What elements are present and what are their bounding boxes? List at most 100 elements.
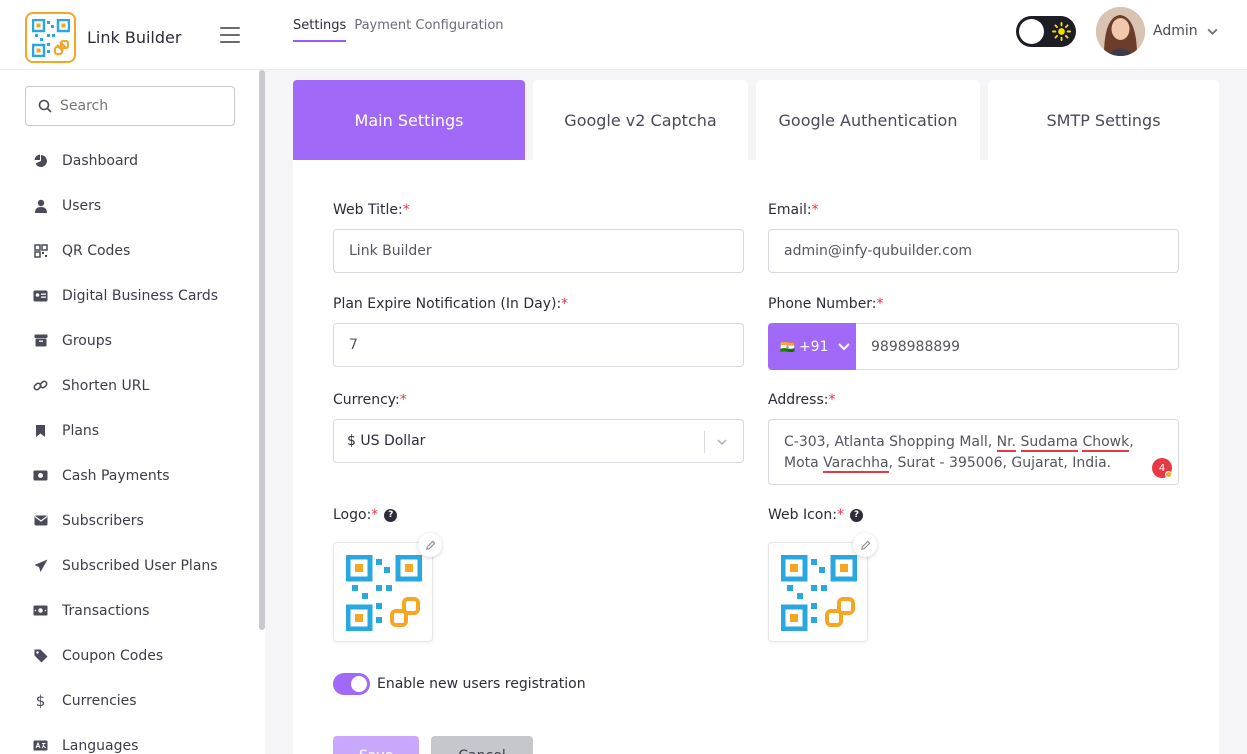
sidebar-item-label: Cash Payments [62, 467, 170, 484]
qr-logo-image [346, 555, 422, 631]
web-title-label: Web Title:* [333, 202, 410, 218]
id-card-icon [33, 288, 48, 303]
email-label: Email:* [768, 202, 819, 218]
sidebar-item-label: Shorten URL [62, 377, 150, 394]
country-code-select[interactable]: 🇮🇳 +91 [768, 323, 856, 370]
sidebar-item-label: QR Codes [62, 242, 131, 259]
menu-toggle-icon[interactable] [220, 27, 240, 44]
bookmark-icon [33, 423, 48, 438]
qr-web-icon-image [781, 555, 857, 631]
tab-main-settings[interactable]: Main Settings [293, 80, 525, 160]
sidebar-item-label: Plans [62, 422, 100, 439]
sidebar-item-transactions[interactable]: Transactions [0, 588, 259, 633]
email-field[interactable]: admin@infy-qubuilder.com [768, 229, 1179, 273]
sidebar-nav: Dashboard Users QR Codes Digital Busines… [0, 138, 259, 754]
phone-field[interactable]: 9898988899 [856, 323, 1179, 370]
sidebar-item-label: Currencies [62, 692, 137, 709]
avatar[interactable] [1096, 7, 1145, 56]
sidebar-item-digital-business-cards[interactable]: Digital Business Cards [0, 273, 259, 318]
sidebar-item-languages[interactable]: Languages [0, 723, 259, 754]
sidebar-item-label: Transactions [62, 602, 150, 619]
dollar-icon: $ [35, 691, 46, 710]
search-icon [38, 99, 52, 113]
sidebar-item-groups[interactable]: Groups [0, 318, 259, 363]
sidebar-item-label: Users [62, 197, 102, 214]
qr-code-icon [33, 243, 48, 258]
theme-toggle[interactable] [1016, 16, 1076, 47]
chevron-down-icon[interactable] [1206, 25, 1219, 38]
sidebar-item-label: Subscribed User Plans [62, 557, 218, 574]
sidebar-search[interactable] [25, 86, 235, 126]
brand-name: Link Builder [87, 28, 182, 47]
chevron-down-icon [837, 342, 850, 350]
cash-icon [33, 468, 48, 483]
paper-plane-icon [33, 558, 48, 573]
sun-icon [1052, 22, 1071, 41]
tab-smtp-settings[interactable]: SMTP Settings [988, 80, 1219, 160]
brand-logo [25, 12, 76, 63]
sidebar-item-shorten-url[interactable]: Shorten URL [0, 363, 259, 408]
web-icon-label: Web Icon:*? [768, 507, 863, 523]
address-line-1: C-303, Atlanta Shopping Mall, Nr. Sudama… [784, 434, 1134, 452]
plan-expire-field[interactable]: 7 [333, 323, 744, 367]
sidebar-item-label: Languages [62, 737, 139, 754]
user-name[interactable]: Admin [1153, 23, 1198, 39]
sidebar-item-users[interactable]: Users [0, 183, 259, 228]
sidebar-scrollbar[interactable] [259, 70, 265, 630]
sidebar-item-subscribed-user-plans[interactable]: Subscribed User Plans [0, 543, 259, 588]
currency-select[interactable]: $ US Dollar [333, 419, 744, 463]
top-header: Link Builder Settings Payment Configurat… [0, 0, 1247, 70]
sidebar-item-subscribers[interactable]: Subscribers [0, 498, 259, 543]
sidebar-item-cash-payments[interactable]: Cash Payments [0, 453, 259, 498]
theme-toggle-knob [1019, 19, 1044, 44]
web-title-field[interactable]: Link Builder [333, 229, 744, 273]
select-separator [704, 431, 705, 453]
envelope-icon [33, 513, 48, 528]
search-input[interactable] [60, 98, 210, 114]
pencil-icon [860, 540, 870, 550]
web-icon-preview [768, 542, 868, 642]
address-line-2: Mota Varachha, Surat - 395006, Gujarat, … [784, 455, 1112, 473]
edit-web-icon-button[interactable] [853, 533, 877, 557]
cancel-button[interactable]: Cancel [431, 736, 533, 754]
sidebar-item-plans[interactable]: Plans [0, 408, 259, 453]
address-field[interactable]: C-303, Atlanta Shopping Mall, Nr. Sudama… [768, 419, 1179, 485]
save-button[interactable]: Save [333, 736, 419, 754]
sidebar-item-qr-codes[interactable]: QR Codes [0, 228, 259, 273]
language-icon [33, 738, 48, 753]
box-icon [33, 333, 48, 348]
india-flag-icon: 🇮🇳 [780, 339, 795, 354]
user-icon [33, 198, 48, 213]
brand[interactable]: Link Builder [25, 12, 181, 63]
sidebar: Dashboard Users QR Codes Digital Busines… [0, 70, 265, 754]
toggle-knob [351, 676, 367, 692]
edit-logo-button[interactable] [418, 533, 442, 557]
help-icon[interactable]: ? [849, 508, 863, 522]
logo-label: Logo:*? [333, 507, 398, 523]
sidebar-item-currencies[interactable]: $ Currencies [0, 678, 259, 723]
sidebar-item-coupon-codes[interactable]: Coupon Codes [0, 633, 259, 678]
pencil-icon [425, 540, 435, 550]
tab-payment-configuration[interactable]: Payment Configuration [354, 18, 503, 42]
registration-label: Enable new users registration [377, 676, 586, 692]
settings-tabs: Main Settings Google v2 Captcha Google A… [293, 80, 1219, 160]
grammar-status-dot [1165, 471, 1172, 478]
sidebar-item-label: Dashboard [62, 152, 138, 169]
sidebar-item-label: Digital Business Cards [62, 287, 219, 304]
sidebar-item-dashboard[interactable]: Dashboard [0, 138, 259, 183]
tab-settings[interactable]: Settings [293, 18, 347, 42]
money-icon [33, 603, 48, 618]
logo-preview [333, 542, 433, 642]
tab-google-authentication[interactable]: Google Authentication [756, 80, 980, 160]
help-icon[interactable]: ? [384, 508, 398, 522]
registration-toggle[interactable] [333, 673, 370, 695]
top-tabs: Settings Payment Configuration [293, 18, 504, 42]
tag-icon [33, 648, 48, 663]
sidebar-item-label: Groups [62, 332, 112, 349]
chevron-down-icon [717, 439, 727, 446]
dial-code: +91 [798, 338, 829, 355]
currency-value: $ US Dollar [347, 433, 426, 449]
tab-google-v2-captcha[interactable]: Google v2 Captcha [533, 80, 748, 160]
link-icon [33, 378, 48, 393]
sidebar-item-label: Subscribers [62, 512, 144, 529]
